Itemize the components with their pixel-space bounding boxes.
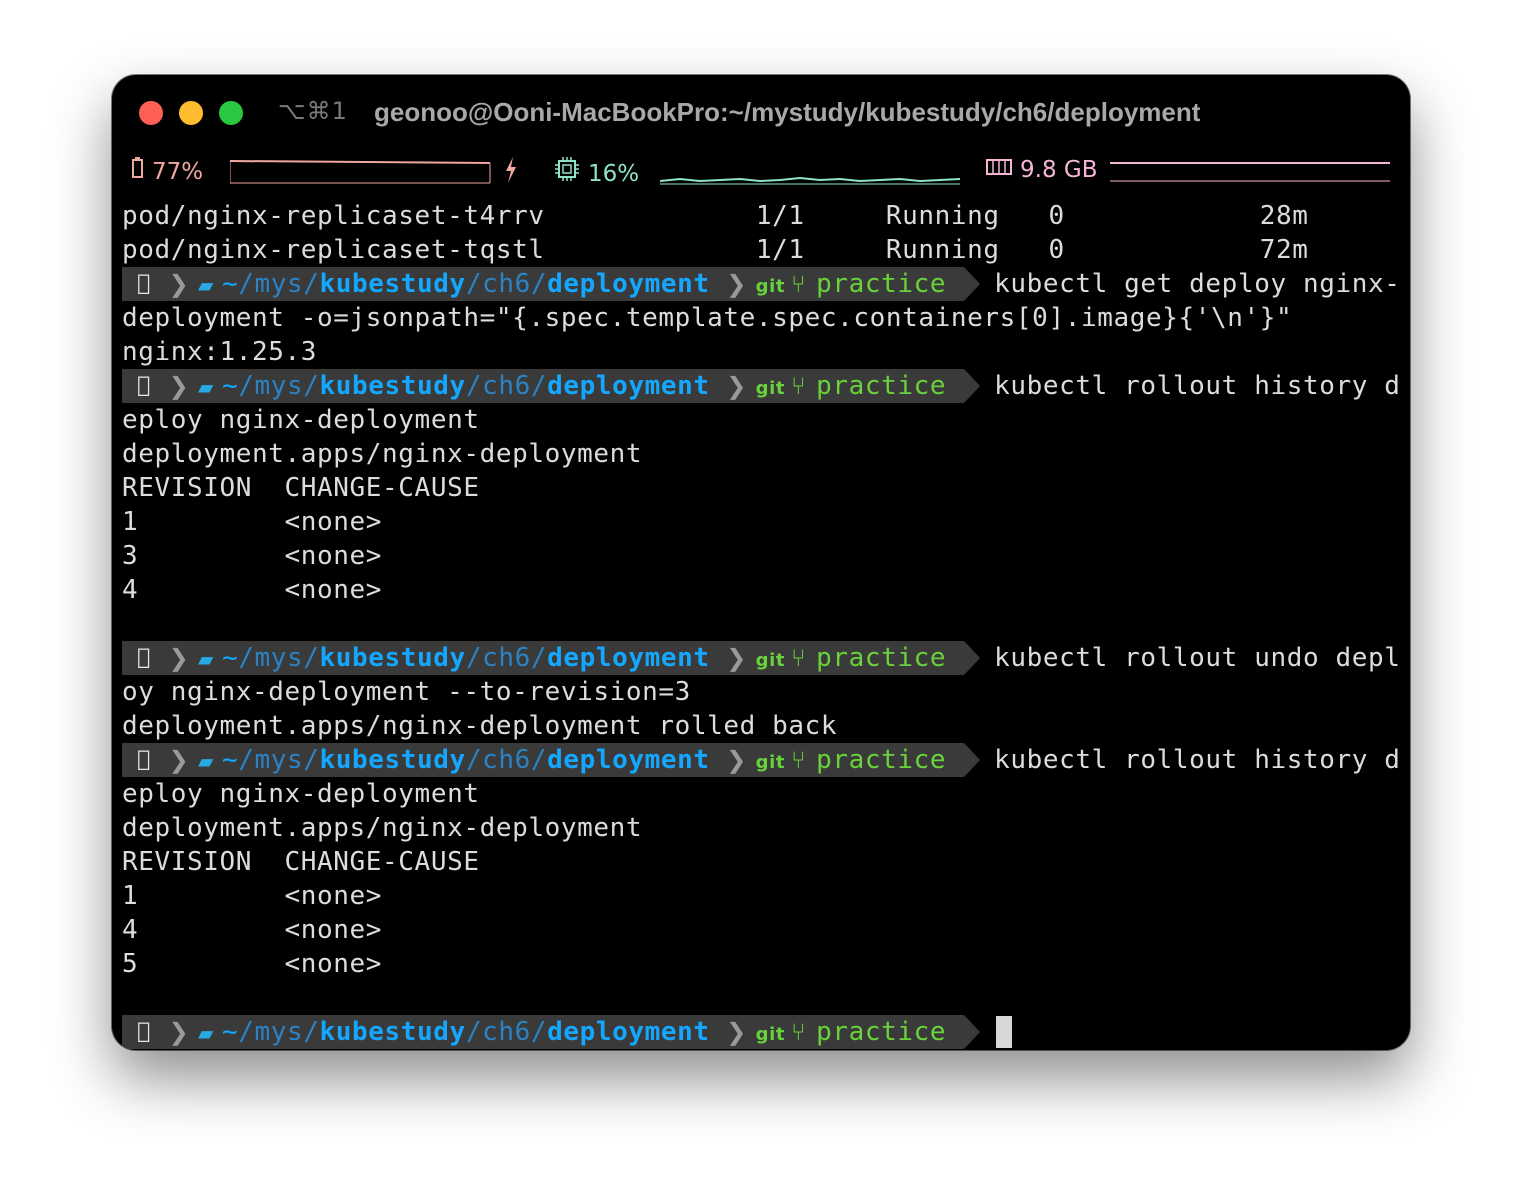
prompt-separator: ❯ [166,369,192,403]
output-line: 5 <none> [122,949,383,979]
prompt-separator: ❯ [166,1015,192,1049]
output-line: 1 <none> [122,507,383,537]
git-branch-icon: ⑂ [791,372,807,400]
tab-shortcut: ⌥⌘1 [278,97,348,125]
prompt-separator: ❯ [166,743,192,777]
shell-prompt: ❯▰~/mys/kubestudy/ch6/deployment❯git⑂pr… [122,369,981,403]
prompt-separator: ❯ [166,641,192,675]
prompt-path: ▰ ~/mys/kubestudy/ch6/deployment [192,369,724,403]
command-line: ❯▰~/mys/kubestudy/ch6/deployment❯git⑂pr… [122,267,1402,301]
shell-prompt: ❯▰~/mys/kubestudy/ch6/deployment❯git⑂pr… [122,641,981,675]
prompt-git: git ⑂ practice [749,743,965,777]
shell-prompt: ❯▰~/mys/kubestudy/ch6/deployment❯git⑂pr… [122,267,981,301]
prompt-git: git ⑂ practice [749,1015,965,1049]
memory-usage: 9.8 GB [1020,157,1098,183]
cpu-graph [660,176,961,185]
apple-icon:  [122,267,166,301]
output-line: 4 <none> [122,575,383,605]
cpu-percent: 16% [588,161,640,187]
status-bar: 77% 16% 9.8 GB [112,153,1410,193]
output-line: deployment.apps/nginx-deployment [122,439,643,469]
text-cursor[interactable] [996,1016,1013,1048]
output-line: 4 <none> [122,915,383,945]
prompt-separator: ❯ [723,641,750,675]
shell-prompt: ❯▰~/mys/kubestudy/ch6/deployment❯git⑂pr… [122,743,981,777]
output-line: eploy nginx-deployment [122,779,480,809]
shell-prompt: ❯▰~/mys/kubestudy/ch6/deployment❯git⑂pr… [122,1015,981,1049]
title-bar: ⌥⌘1 geonoo@Ooni-MacBookPro:~/mystudy/kub… [112,75,1410,151]
git-branch-icon: ⑂ [791,1018,807,1046]
terminal-window: ⌥⌘1 geonoo@Ooni-MacBookPro:~/mystudy/kub… [112,75,1410,1050]
battery-graph [230,160,491,184]
prompt-separator: ❯ [723,267,750,301]
zoom-button[interactable] [219,101,243,125]
memory-icon [986,157,1012,183]
folder-icon: ▰ [198,1021,214,1045]
memory-status: 9.8 GB [986,157,1098,183]
prompt-separator: ❯ [723,743,750,777]
minimize-button[interactable] [179,101,203,125]
folder-icon: ▰ [198,375,214,399]
output-line: pod/nginx-replicaset-t4rrv 1/1 Running 0… [122,201,1309,231]
window-title: geonoo@Ooni-MacBookPro:~/mystudy/kubestu… [374,97,1201,127]
command-text: kubectl rollout history d [994,745,1401,775]
prompt-path: ▰ ~/mys/kubestudy/ch6/deployment [192,743,724,777]
active-command-line[interactable]: ❯▰~/mys/kubestudy/ch6/deployment❯git⑂pr… [122,1015,1402,1049]
output-line: REVISION CHANGE-CAUSE [122,847,480,877]
output-line: 1 <none> [122,881,383,911]
memory-graph [1110,162,1390,182]
git-branch-icon: ⑂ [791,644,807,672]
apple-icon:  [122,641,166,675]
command-line: ❯▰~/mys/kubestudy/ch6/deployment❯git⑂pr… [122,743,1402,777]
prompt-path: ▰ ~/mys/kubestudy/ch6/deployment [192,1015,724,1049]
output-line: pod/nginx-replicaset-tqstl 1/1 Running 0… [122,235,1309,265]
battery-icon [130,157,144,185]
prompt-path: ▰ ~/mys/kubestudy/ch6/deployment [192,267,724,301]
output-line: eploy nginx-deployment [122,405,480,435]
folder-icon: ▰ [198,273,214,297]
output-line: nginx:1.25.3 [122,337,318,367]
prompt-git: git ⑂ practice [749,267,965,301]
apple-icon:  [122,743,166,777]
cpu-icon [554,157,580,187]
prompt-git: git ⑂ practice [749,641,965,675]
folder-icon: ▰ [198,749,214,773]
output-line: deployment -o=jsonpath="{.spec.template.… [122,303,1293,333]
output-line: oy nginx-deployment --to-revision=3 [122,677,691,707]
output-line: deployment.apps/nginx-deployment [122,813,643,843]
output-line: 3 <none> [122,541,383,571]
command-line: ❯▰~/mys/kubestudy/ch6/deployment❯git⑂pr… [122,369,1402,403]
prompt-separator: ❯ [166,267,192,301]
prompt-separator: ❯ [723,369,750,403]
battery-status: 77% [130,157,203,185]
apple-icon:  [122,369,166,403]
bolt-icon [504,157,518,189]
command-text: kubectl get deploy nginx- [994,269,1401,299]
terminal-output[interactable]: pod/nginx-replicaset-t4rrv 1/1 Running 0… [122,199,1402,1049]
command-text: kubectl rollout undo depl [994,643,1401,673]
git-branch-icon: ⑂ [791,270,807,298]
folder-icon: ▰ [198,647,214,671]
battery-percent: 77% [152,159,204,185]
output-line: REVISION CHANGE-CAUSE [122,473,480,503]
close-button[interactable] [139,101,163,125]
command-line: ❯▰~/mys/kubestudy/ch6/deployment❯git⑂pr… [122,641,1402,675]
prompt-path: ▰ ~/mys/kubestudy/ch6/deployment [192,641,724,675]
apple-icon:  [122,1015,166,1049]
output-line: deployment.apps/nginx-deployment rolled … [122,711,838,741]
cpu-status: 16% [554,157,639,187]
command-text: kubectl rollout history d [994,371,1401,401]
prompt-git: git ⑂ practice [749,369,965,403]
git-branch-icon: ⑂ [791,746,807,774]
prompt-separator: ❯ [723,1015,750,1049]
